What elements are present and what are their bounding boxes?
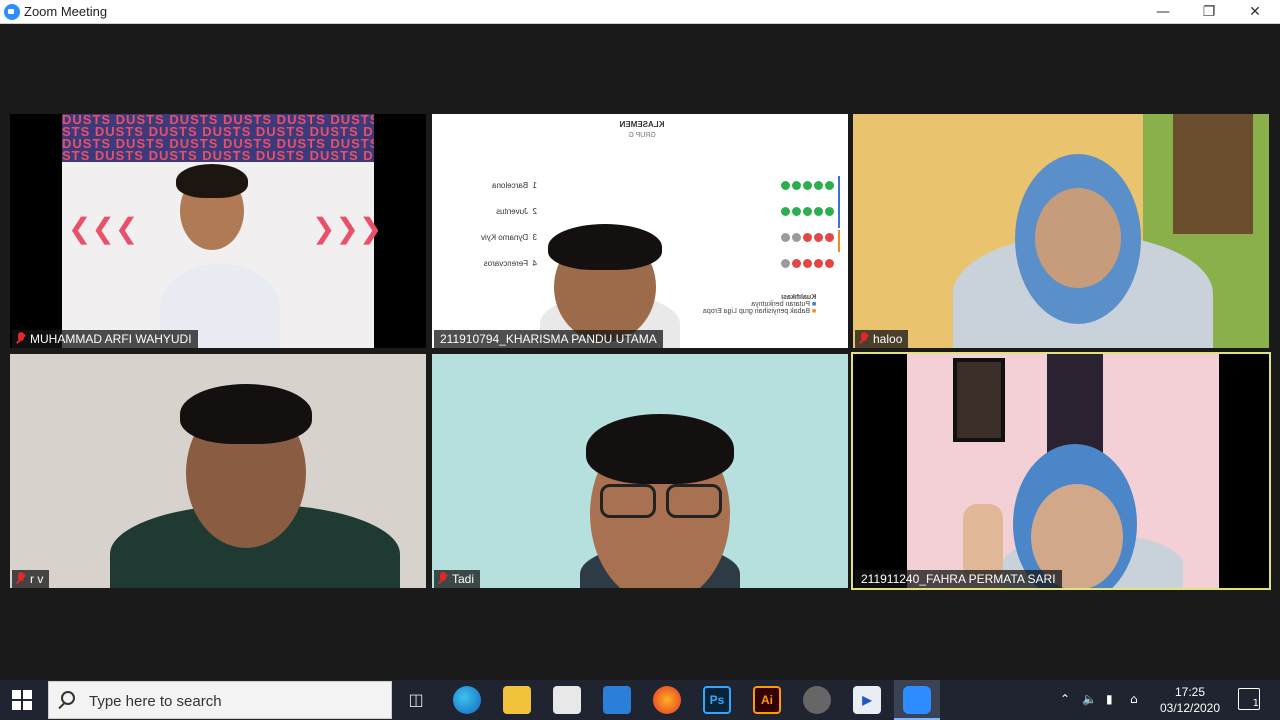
illustrator-icon[interactable]: Ai <box>753 686 781 714</box>
form-dots <box>779 259 834 270</box>
participant-name: MUHAMMAD ARFI WAHYUDI <box>30 332 192 346</box>
start-button[interactable] <box>12 690 32 710</box>
peace-sign-hand <box>963 504 1003 580</box>
virtual-background-banner: DUSTS DUSTS DUSTS DUSTS DUSTS DUSTS STS … <box>62 114 374 162</box>
task-view-icon[interactable]: ◫ <box>402 686 430 714</box>
maximize-button[interactable]: ❐ <box>1186 0 1232 24</box>
photoshop-icon[interactable]: Ps <box>703 686 731 714</box>
zoom-icon[interactable] <box>903 686 931 714</box>
store-icon[interactable] <box>553 686 581 714</box>
form-dots <box>779 207 834 218</box>
team-name: Ferencvaros <box>483 259 529 268</box>
form-dots <box>779 181 834 192</box>
muted-mic-icon <box>16 572 26 586</box>
team-name: Dynamo Kyiv <box>480 233 529 242</box>
form-dots <box>779 233 834 244</box>
muted-mic-icon <box>859 332 869 346</box>
edge-icon[interactable] <box>453 686 481 714</box>
glasses-left <box>600 484 656 518</box>
europa-bar <box>838 230 840 252</box>
participant-name-label: 211911240_FAHRA PERMATA SARI <box>855 570 1062 588</box>
muted-mic-icon <box>16 332 26 346</box>
standings-group: GRUP G <box>628 132 656 139</box>
chevron-decoration-icon: ❮❮❮ <box>68 212 139 245</box>
participant-name: haloo <box>873 332 903 346</box>
zoom-app-icon <box>4 4 20 20</box>
volume-icon[interactable]: 🔈 <box>1082 692 1097 706</box>
qualify-bar <box>838 176 840 228</box>
participant-name: r v <box>30 572 44 586</box>
standings-legend: Kualifikasi ■ Putaran berikutnya ■ Babak… <box>702 294 816 315</box>
media-player-icon[interactable]: ▶ <box>853 686 881 714</box>
video-tile-3[interactable]: haloo <box>853 114 1269 348</box>
team-name: Juventus <box>496 207 529 216</box>
chevron-decoration-icon: ❯❯❯ <box>312 212 383 245</box>
participant-name-label: MUHAMMAD ARFI WAHYUDI <box>12 330 198 348</box>
participant-name: 211911240_FAHRA PERMATA SARI <box>861 572 1056 586</box>
background-window <box>1173 114 1253 234</box>
participant-hair <box>586 414 734 484</box>
participant-name-label: haloo <box>855 330 909 348</box>
participant-name: Tadi <box>452 572 475 586</box>
glasses-right <box>666 484 722 518</box>
participant-name-label: 211910794_KHARISMA PANDU UTAMA <box>434 330 663 348</box>
video-tile-4[interactable]: r v <box>10 354 426 588</box>
windows-taskbar: Type here to search ◫ Ps Ai ▶ ⌃ 🔈 ▮ ⌂ 17… <box>0 680 1280 720</box>
video-tile-2[interactable]: KLASEMEN GRUP G 1 Barcelona 2 Juventus 3… <box>432 114 848 348</box>
table-row: 2 Juventus <box>442 202 842 224</box>
wall-picture <box>953 358 1005 442</box>
participant-hair <box>548 224 662 270</box>
search-icon <box>61 691 75 705</box>
standings-title: KLASEMEN <box>619 120 665 129</box>
firefox-icon[interactable] <box>653 686 681 714</box>
video-tile-5[interactable]: Tadi <box>432 354 848 588</box>
video-tile-active-speaker[interactable]: 211911240_FAHRA PERMATA SARI <box>851 352 1271 590</box>
battery-icon[interactable]: ▮ <box>1106 692 1113 706</box>
app-extra-icon[interactable] <box>803 686 831 714</box>
video-tile-1[interactable]: DUSTS DUSTS DUSTS DUSTS DUSTS DUSTS STS … <box>10 114 426 348</box>
wifi-icon[interactable]: ⌂ <box>1130 692 1138 706</box>
notification-count: 1 <box>1252 698 1259 709</box>
participant-name: 211910794_KHARISMA PANDU UTAMA <box>440 332 657 346</box>
file-explorer-icon[interactable] <box>503 686 531 714</box>
minimize-button[interactable]: — <box>1140 0 1186 24</box>
table-row: 1 Barcelona <box>442 176 842 198</box>
meeting-gallery: DUSTS DUSTS DUSTS DUSTS DUSTS DUSTS STS … <box>0 24 1280 680</box>
clock-date: 03/12/2020 <box>1159 701 1221 715</box>
participant-hair <box>180 384 312 444</box>
muted-mic-icon <box>438 572 448 586</box>
close-button[interactable]: ✕ <box>1232 0 1278 24</box>
window-title-bar: Zoom Meeting — ❐ ✕ <box>0 0 1280 24</box>
taskbar-search-box[interactable]: Type here to search <box>48 681 392 719</box>
notifications-icon[interactable]: 1 <box>1238 688 1260 710</box>
participant-name-label: Tadi <box>434 570 481 588</box>
participant-name-label: r v <box>12 570 50 588</box>
window-title: Zoom Meeting <box>24 4 108 19</box>
participant-face <box>1035 188 1121 288</box>
mail-icon[interactable] <box>603 686 631 714</box>
taskbar-clock[interactable]: 17:25 03/12/2020 <box>1150 684 1230 716</box>
search-placeholder: Type here to search <box>89 693 222 710</box>
team-name: Barcelona <box>492 181 529 190</box>
chevron-up-icon[interactable]: ⌃ <box>1060 692 1070 706</box>
clock-time: 17:25 <box>1174 685 1206 699</box>
participant-hair <box>176 164 248 198</box>
